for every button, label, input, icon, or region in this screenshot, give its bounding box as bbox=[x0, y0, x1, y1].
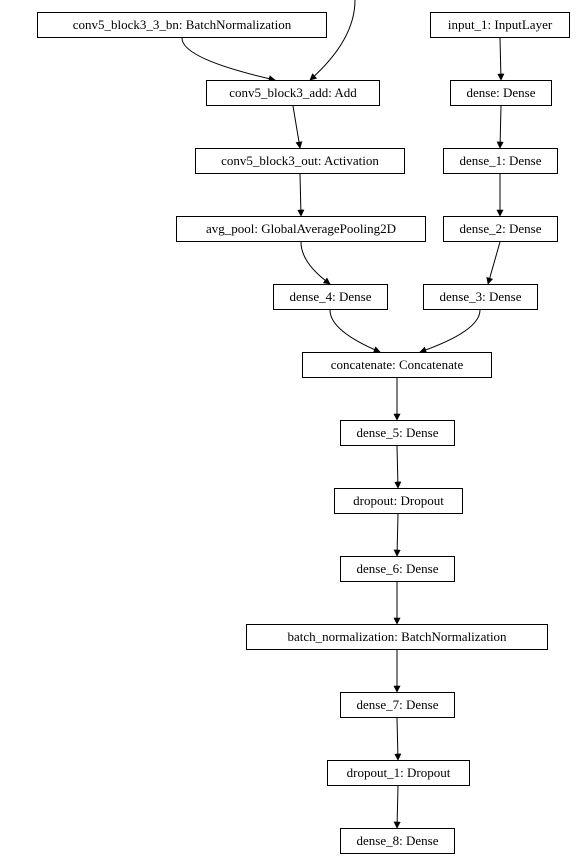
node-bn1: conv5_block3_3_bn: BatchNormalization bbox=[37, 12, 327, 38]
node-bn2: batch_normalization: BatchNormalization bbox=[246, 624, 548, 650]
node-dense5: dense_5: Dense bbox=[340, 420, 455, 446]
node-dense3: dense_3: Dense bbox=[423, 284, 538, 310]
node-dropout1: dropout_1: Dropout bbox=[327, 760, 470, 786]
node-dropout: dropout: Dropout bbox=[334, 488, 463, 514]
node-dense7: dense_7: Dense bbox=[340, 692, 455, 718]
node-dense8: dense_8: Dense bbox=[340, 828, 455, 854]
node-dense6: dense_6: Dense bbox=[340, 556, 455, 582]
node-add: conv5_block3_add: Add bbox=[206, 80, 380, 106]
node-dense: dense: Dense bbox=[450, 80, 552, 106]
node-dense4: dense_4: Dense bbox=[273, 284, 388, 310]
node-activation: conv5_block3_out: Activation bbox=[195, 148, 405, 174]
node-dense1: dense_1: Dense bbox=[443, 148, 558, 174]
node-avgpool: avg_pool: GlobalAveragePooling2D bbox=[176, 216, 426, 242]
node-concat: concatenate: Concatenate bbox=[302, 352, 492, 378]
node-dense2: dense_2: Dense bbox=[443, 216, 558, 242]
node-input1: input_1: InputLayer bbox=[430, 12, 570, 38]
